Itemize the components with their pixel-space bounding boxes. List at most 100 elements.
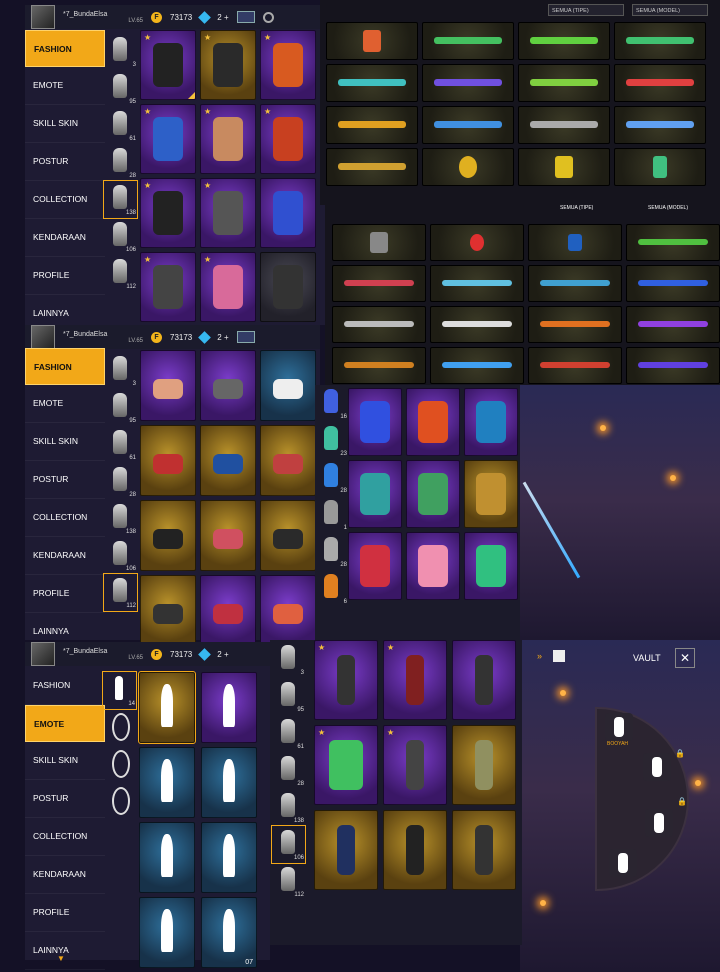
item-tile[interactable]: ★: [140, 30, 196, 100]
sub-mask[interactable]: 3: [104, 352, 137, 389]
weapon-tile[interactable]: [626, 347, 720, 384]
wheel-slot[interactable]: [643, 753, 671, 781]
item-tile[interactable]: [452, 810, 516, 890]
weapon-tile[interactable]: [422, 22, 514, 60]
weapon-tile[interactable]: [518, 106, 610, 144]
sub-bottom[interactable]: 106: [271, 825, 306, 864]
vault-tab-icon[interactable]: [553, 650, 565, 662]
weapon-tile[interactable]: [528, 224, 622, 261]
weapon-tile[interactable]: [614, 106, 706, 144]
item-tile[interactable]: [406, 460, 460, 528]
avatar[interactable]: [31, 5, 55, 29]
emote-tile[interactable]: [201, 747, 257, 818]
weapon-tile[interactable]: [614, 148, 706, 186]
item-tile[interactable]: [464, 532, 518, 600]
tab-kendaraan[interactable]: KENDARAAN: [25, 537, 105, 575]
close-icon[interactable]: ✕: [675, 648, 695, 668]
item-tile[interactable]: ★: [314, 725, 378, 805]
item-tile[interactable]: ★: [200, 178, 256, 248]
weapon-tile[interactable]: [326, 64, 418, 102]
sub-emote-4[interactable]: [103, 783, 136, 820]
tab-emote[interactable]: EMOTE: [25, 385, 105, 423]
sub-collection-5[interactable]: 28: [315, 533, 348, 570]
weapon-tile[interactable]: [430, 306, 524, 343]
tab-postur[interactable]: POSTUR: [25, 780, 105, 818]
tab-profile[interactable]: PROFILE: [25, 575, 105, 613]
item-tile[interactable]: ★: [260, 30, 316, 100]
item-tile[interactable]: [260, 252, 316, 322]
sub-collection-2[interactable]: 23: [315, 422, 348, 459]
item-tile[interactable]: [464, 460, 518, 528]
weapon-tile[interactable]: [518, 64, 610, 102]
weapon-tile[interactable]: [528, 265, 622, 302]
item-tile[interactable]: ★: [200, 104, 256, 174]
sub-collection-6[interactable]: 6: [315, 570, 348, 607]
item-tile[interactable]: ★: [314, 640, 378, 720]
weapon-tile[interactable]: [326, 106, 418, 144]
tab-kendaraan[interactable]: KENDARAAN: [25, 219, 105, 257]
item-tile[interactable]: [140, 350, 196, 421]
tab-collection[interactable]: COLLECTION: [25, 818, 105, 856]
type-filter-dropdown[interactable]: SEMUA (TIPE): [548, 4, 624, 16]
item-tile[interactable]: [406, 532, 460, 600]
item-tile[interactable]: [200, 500, 256, 571]
item-tile[interactable]: [348, 532, 402, 600]
sub-shoes[interactable]: 112: [104, 255, 137, 292]
item-tile[interactable]: [260, 575, 316, 646]
item-tile[interactable]: ★: [260, 104, 316, 174]
tab-kendaraan[interactable]: KENDARAAN: [25, 856, 105, 894]
item-tile[interactable]: [348, 460, 402, 528]
emote-tile[interactable]: [139, 897, 195, 968]
diamond-amount[interactable]: 2 +: [217, 13, 228, 22]
sub-shoes[interactable]: 112: [103, 573, 138, 612]
tab-lainnya[interactable]: LAINNYA: [25, 932, 105, 970]
item-tile[interactable]: [200, 425, 256, 496]
item-tile[interactable]: [348, 388, 402, 456]
mail-icon[interactable]: [236, 11, 255, 23]
sub-face[interactable]: 61: [272, 715, 305, 752]
settings-icon[interactable]: [262, 11, 274, 23]
weapon-tile[interactable]: [528, 306, 622, 343]
wheel-slot[interactable]: [609, 849, 637, 877]
tab-fashion[interactable]: FASHION: [25, 30, 105, 67]
sub-top[interactable]: 138: [272, 789, 305, 826]
weapon-tile[interactable]: [528, 347, 622, 384]
weapon-tile[interactable]: [422, 148, 514, 186]
emote-tile[interactable]: 07: [201, 897, 257, 968]
item-tile[interactable]: [406, 388, 460, 456]
tab-collection[interactable]: COLLECTION: [25, 181, 105, 219]
emote-tile[interactable]: [139, 747, 195, 818]
item-tile[interactable]: [140, 425, 196, 496]
sub-hair[interactable]: 95: [104, 70, 137, 107]
wheel-slot[interactable]: [605, 713, 633, 741]
sub-head[interactable]: 28: [104, 463, 137, 500]
item-tile[interactable]: [383, 810, 447, 890]
sub-face[interactable]: 61: [104, 426, 137, 463]
tab-profile[interactable]: PROFILE: [25, 257, 105, 295]
avatar[interactable]: [31, 325, 55, 349]
item-tile[interactable]: ★: [200, 30, 256, 100]
sub-shoes[interactable]: 112: [272, 863, 305, 900]
sub-hair[interactable]: 95: [272, 678, 305, 715]
tab-skill-skin[interactable]: SKILL SKIN: [25, 742, 105, 780]
item-tile[interactable]: ★: [140, 104, 196, 174]
emote-tile[interactable]: [138, 671, 196, 744]
sub-hair[interactable]: 95: [104, 389, 137, 426]
sub-top[interactable]: 138: [104, 500, 137, 537]
sub-bottom[interactable]: 106: [104, 218, 137, 255]
item-tile[interactable]: [200, 575, 256, 646]
item-tile[interactable]: ★: [140, 252, 196, 322]
weapon-tile[interactable]: [614, 64, 706, 102]
item-tile[interactable]: ★: [200, 252, 256, 322]
emote-tile[interactable]: [139, 822, 195, 893]
emote-tile[interactable]: [201, 672, 257, 743]
weapon-tile[interactable]: [326, 22, 418, 60]
item-tile[interactable]: [260, 350, 316, 421]
item-tile[interactable]: [452, 640, 516, 720]
avatar[interactable]: [31, 642, 55, 666]
sub-bottom[interactable]: 106: [104, 537, 137, 574]
weapon-tile[interactable]: [422, 64, 514, 102]
weapon-tile[interactable]: [614, 22, 706, 60]
weapon-tile[interactable]: [518, 22, 610, 60]
item-tile[interactable]: [140, 500, 196, 571]
